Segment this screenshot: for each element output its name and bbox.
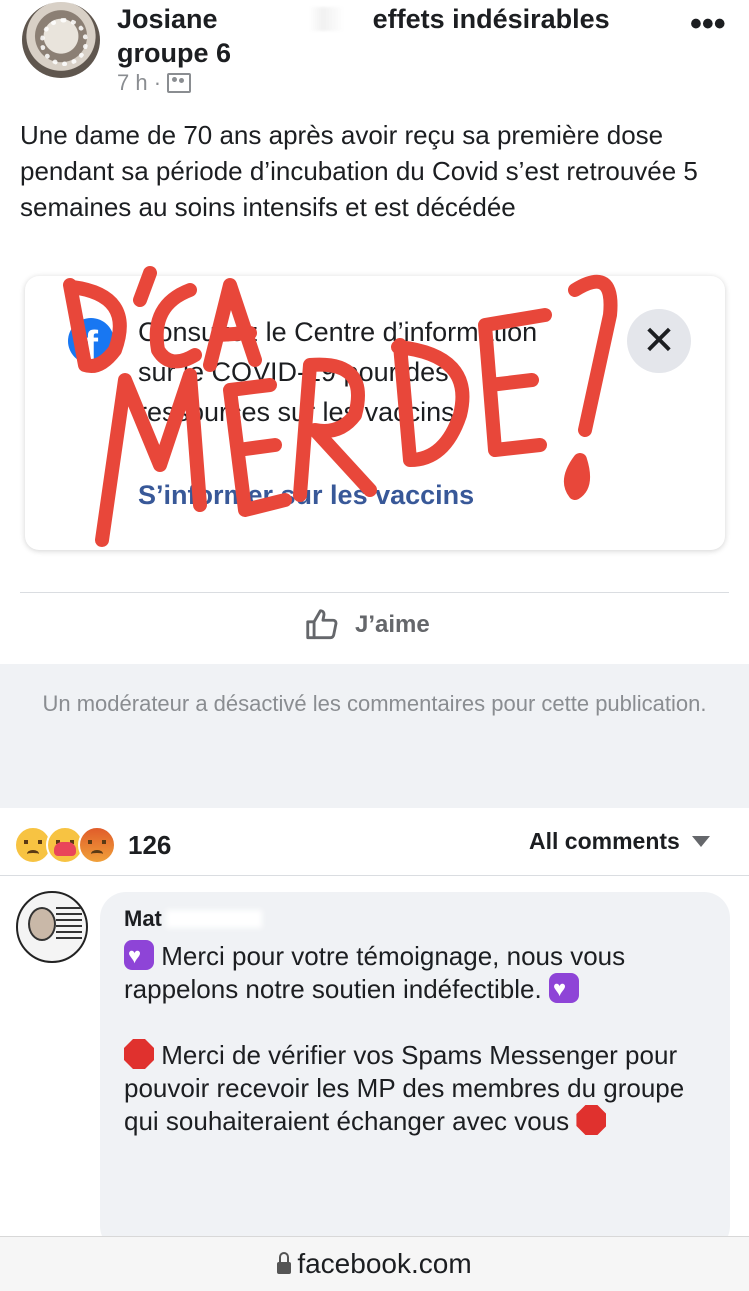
- angry-icon: [78, 826, 116, 864]
- author-avatar[interactable]: [22, 2, 100, 78]
- comment-text: Merci pour votre témoignage, nous vous r…: [124, 939, 714, 1138]
- facebook-logo-icon: f: [68, 318, 114, 364]
- purple-heart-icon: [548, 972, 579, 1005]
- author-first-name[interactable]: Josiane: [117, 4, 218, 34]
- redacted-name: [225, 7, 366, 31]
- url-text: facebook.com: [297, 1248, 472, 1279]
- divider: [20, 592, 729, 593]
- post-meta: 7 h ·: [117, 70, 192, 96]
- post-time[interactable]: 7 h ·: [117, 70, 161, 96]
- vaccine-info-link[interactable]: S’informer sur les vaccins: [138, 480, 474, 511]
- comment-paragraph-1: Merci pour votre témoignage, nous vous r…: [124, 939, 714, 1006]
- close-icon[interactable]: ✕: [627, 309, 691, 373]
- comments-disabled-text: Un modérateur a désactivé les commentair…: [42, 691, 707, 716]
- divider: [0, 875, 749, 876]
- commenter-name-text[interactable]: Mat: [124, 906, 162, 931]
- stop-sign-icon: [124, 1039, 154, 1069]
- like-label: J’aime: [355, 611, 430, 638]
- browser-address-bar[interactable]: facebook.com: [0, 1236, 749, 1291]
- more-options-button[interactable]: •••: [690, 7, 726, 41]
- covid-info-text: Consultez le Centre d’information sur le…: [138, 317, 538, 427]
- purple-heart-icon: [124, 939, 154, 972]
- reactions-summary[interactable]: 126: [14, 826, 171, 864]
- post-author[interactable]: Josiane effets indésirables groupe 6: [117, 2, 637, 70]
- commenter-name[interactable]: Mat: [124, 906, 262, 932]
- comments-filter-dropdown[interactable]: All comments: [529, 828, 710, 855]
- like-button[interactable]: J’aime: [303, 606, 430, 644]
- comments-filter-label: All comments: [529, 828, 680, 854]
- thumbs-up-icon: [306, 609, 338, 640]
- commenter-avatar[interactable]: [16, 891, 88, 963]
- stop-sign-icon: [576, 1105, 607, 1135]
- chevron-down-icon: [691, 836, 710, 847]
- lock-icon: [277, 1252, 292, 1274]
- reaction-count: 126: [128, 829, 172, 860]
- redacted-name: [165, 910, 262, 928]
- comment-paragraph-2: Merci de vérifier vos Spams Messenger po…: [124, 1039, 714, 1138]
- group-audience-icon: [167, 73, 192, 93]
- post-text: Une dame de 70 ans après avoir reçu sa p…: [20, 120, 698, 222]
